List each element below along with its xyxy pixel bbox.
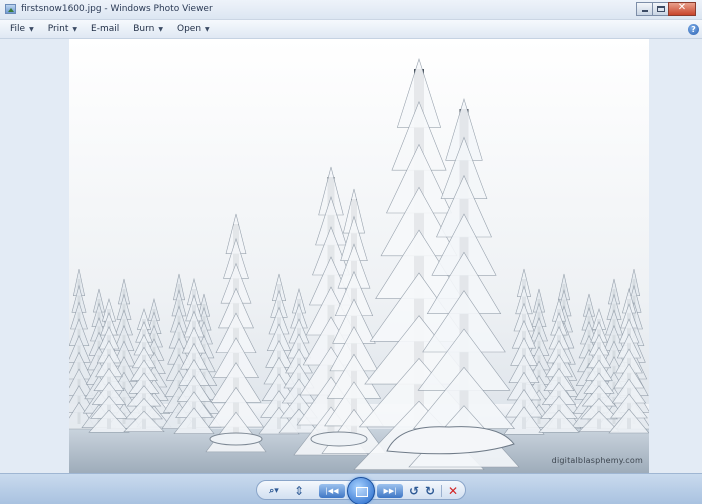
window-title: firstsnow1600.jpg - Windows Photo Viewer <box>21 4 213 14</box>
previous-button[interactable]: |◀◀ <box>319 484 345 498</box>
slideshow-button[interactable] <box>347 477 375 504</box>
toolbar-separator <box>441 485 442 497</box>
chevron-down-icon: ▼ <box>158 25 163 33</box>
title-bar[interactable]: firstsnow1600.jpg - Windows Photo Viewer… <box>0 0 702 20</box>
menu-open[interactable]: Open ▼ <box>177 24 210 34</box>
minimize-icon <box>642 10 648 12</box>
next-button[interactable]: ▶▶| <box>377 484 403 498</box>
menu-print-label: Print <box>47 24 69 34</box>
photo-watermark: digitalblasphemy.com <box>551 456 643 465</box>
menu-email[interactable]: E-mail <box>91 24 119 34</box>
maximize-icon <box>657 6 665 12</box>
toolbar-controls: ⌕▾ ⇕ |◀◀ ▶▶| ↺ ↻ ✕ <box>256 477 466 504</box>
rotate-counterclockwise-icon[interactable]: ↺ <box>407 481 421 501</box>
delete-icon[interactable]: ✕ <box>445 481 461 501</box>
photo-viewer-app-icon[interactable] <box>5 4 16 14</box>
menu-burn-label: Burn <box>133 24 155 34</box>
close-icon: ✕ <box>677 2 687 13</box>
displayed-photo[interactable]: digitalblasphemy.com <box>69 39 649 473</box>
menu-file-label: File <box>10 24 26 34</box>
image-viewer: digitalblasphemy.com <box>0 39 702 473</box>
menu-email-label: E-mail <box>91 24 120 34</box>
menu-items: File ▼ Print ▼ E-mail Burn ▼ Open ▼ <box>10 24 224 34</box>
window-controls: ✕ <box>636 2 696 17</box>
menu-print[interactable]: Print ▼ <box>48 24 77 34</box>
menu-bar: File ▼ Print ▼ E-mail Burn ▼ Open ▼ ? <box>0 20 702 39</box>
rotate-clockwise-icon[interactable]: ↻ <box>423 481 437 501</box>
actual-size-icon[interactable]: ⇕ <box>291 481 307 501</box>
snowy-pine-forest-image <box>69 39 649 473</box>
chevron-down-icon: ▼ <box>205 25 210 33</box>
help-icon[interactable]: ? <box>688 24 699 35</box>
chevron-down-icon: ▼ <box>29 25 34 33</box>
maximize-button[interactable] <box>652 2 669 16</box>
menu-file[interactable]: File ▼ <box>10 24 34 34</box>
viewer-toolbar: ⌕▾ ⇕ |◀◀ ▶▶| ↺ ↻ ✕ <box>0 473 702 504</box>
minimize-button[interactable] <box>636 2 653 16</box>
menu-burn[interactable]: Burn ▼ <box>133 24 163 34</box>
close-button[interactable]: ✕ <box>668 2 696 16</box>
zoom-icon[interactable]: ⌕▾ <box>263 481 285 501</box>
menu-open-label: Open <box>176 24 202 34</box>
chevron-down-icon: ▼ <box>72 25 78 33</box>
